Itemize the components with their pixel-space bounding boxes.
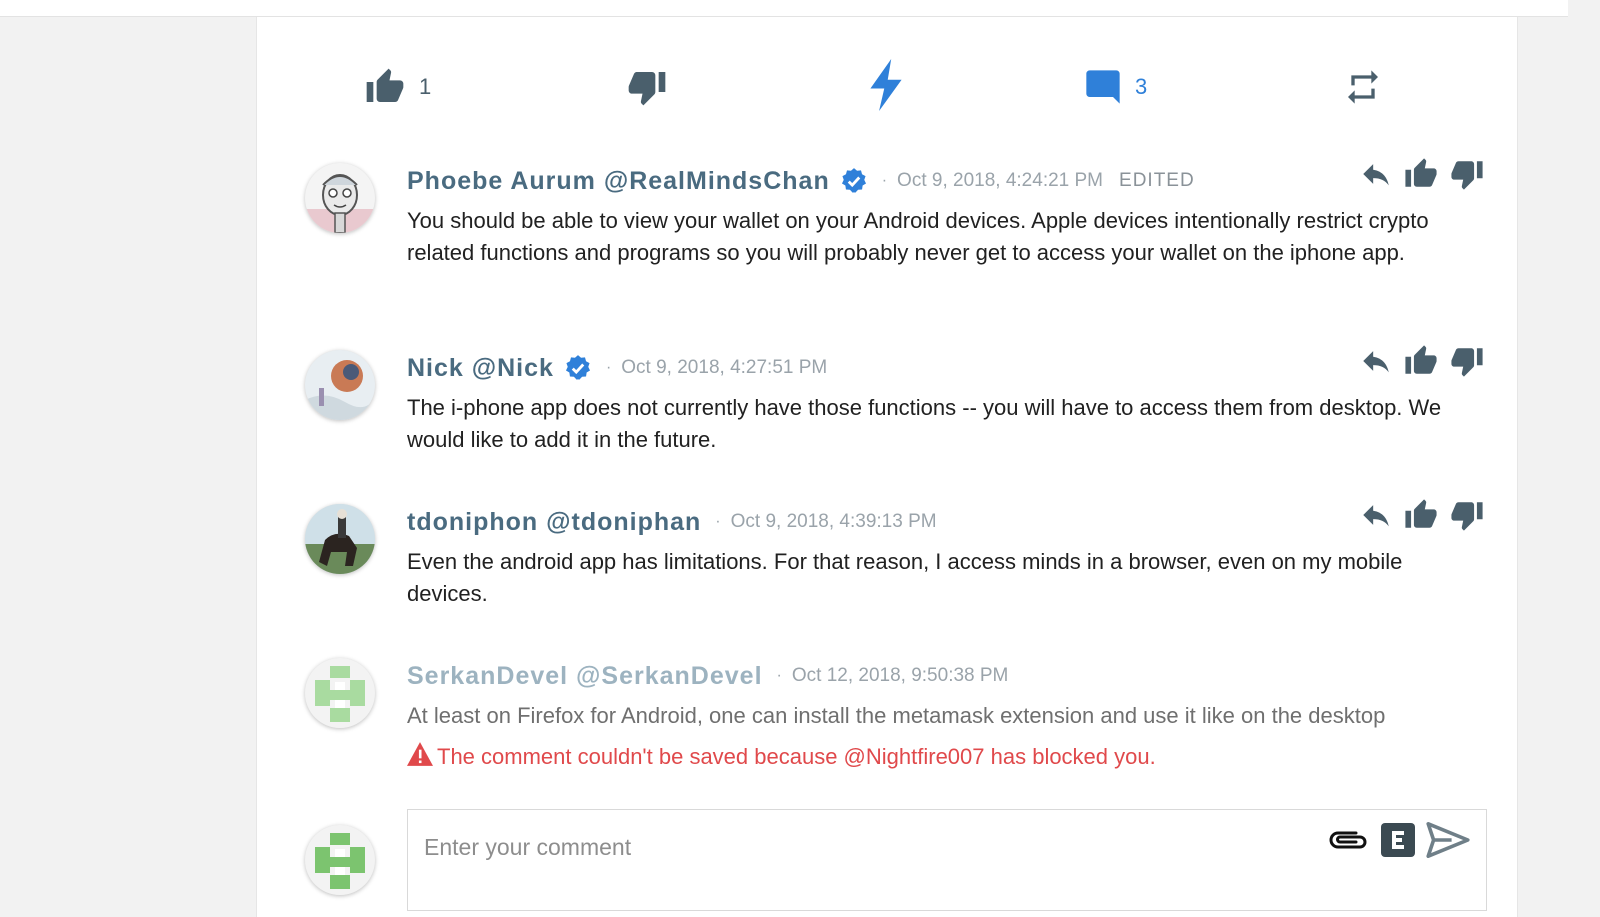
top-bar — [0, 0, 1568, 17]
comment-actions — [1359, 344, 1485, 378]
reply-icon[interactable] — [1359, 344, 1393, 378]
thumb-down-icon[interactable] — [1449, 344, 1485, 378]
comment-text: You should be able to view your wallet o… — [407, 208, 1429, 265]
comment-header: tdoniphon @tdoniphan · Oct 9, 2018, 4:39… — [407, 504, 937, 540]
comment-composer — [407, 809, 1487, 911]
comment-timestamp[interactable]: Oct 9, 2018, 4:24:21 PM — [897, 170, 1103, 192]
comment-author[interactable]: SerkanDevel @SerkanDevel — [407, 662, 763, 691]
comment-timestamp[interactable]: Oct 12, 2018, 9:50:38 PM — [792, 665, 1009, 687]
bolt-icon — [865, 59, 907, 111]
downvote-button[interactable] — [625, 67, 669, 107]
upvote-button[interactable]: 1 — [363, 67, 431, 107]
comment-text: At least on Firefox for Android, one can… — [407, 703, 1386, 728]
upvote-count: 1 — [419, 74, 432, 99]
thumb-up-icon[interactable] — [1403, 344, 1439, 378]
comment-author[interactable]: tdoniphon @tdoniphan — [407, 508, 701, 537]
reply-icon[interactable] — [1359, 157, 1393, 191]
comment-icon — [1083, 67, 1123, 107]
repeat-icon — [1343, 67, 1383, 107]
editor-icon[interactable] — [1380, 822, 1416, 858]
composer-tools — [1326, 822, 1470, 858]
thumb-down-icon — [625, 67, 669, 107]
comment-timestamp[interactable]: Oct 9, 2018, 4:39:13 PM — [731, 511, 937, 533]
comment-text: Even the android app has limitations. Fo… — [407, 549, 1403, 606]
comment-error-message: The comment couldn't be saved because @N… — [407, 742, 1156, 772]
remind-button[interactable] — [1343, 67, 1383, 107]
avatar[interactable] — [305, 504, 375, 574]
verified-icon — [840, 167, 868, 195]
comment-actions — [1359, 498, 1485, 532]
comments-button[interactable]: 3 — [1083, 67, 1147, 107]
thumb-up-icon — [363, 67, 407, 107]
post-action-bar: 1 3 — [257, 17, 1517, 157]
error-text: The comment couldn't be saved because @N… — [437, 744, 1156, 769]
attachment-icon[interactable] — [1326, 826, 1370, 854]
thumb-up-icon[interactable] — [1403, 157, 1439, 191]
comment-text: The i-phone app does not currently have … — [407, 395, 1442, 452]
avatar[interactable] — [305, 350, 375, 420]
comment-header: SerkanDevel @SerkanDevel · Oct 12, 2018,… — [407, 658, 1008, 694]
boost-button[interactable] — [865, 59, 907, 111]
verified-icon — [564, 354, 592, 382]
comment-author[interactable]: Nick @Nick — [407, 354, 554, 383]
send-icon[interactable] — [1426, 822, 1470, 858]
separator-dot: · — [715, 513, 721, 530]
reply-icon[interactable] — [1359, 498, 1393, 532]
comment-count: 3 — [1135, 74, 1148, 99]
thumb-down-icon[interactable] — [1449, 157, 1485, 191]
edited-label: EDITED — [1119, 170, 1195, 191]
comment-input[interactable] — [422, 828, 1306, 866]
thumb-up-icon[interactable] — [1403, 498, 1439, 532]
avatar[interactable] — [305, 658, 375, 728]
post-card: 1 3 Phoebe Aurum @RealMindsChan · Oct 9,… — [256, 17, 1518, 917]
comment-author[interactable]: Phoebe Aurum @RealMindsChan — [407, 167, 830, 196]
comment-timestamp[interactable]: Oct 9, 2018, 4:27:51 PM — [621, 357, 827, 379]
avatar[interactable] — [305, 163, 375, 233]
thumb-down-icon[interactable] — [1449, 498, 1485, 532]
comment-actions — [1359, 157, 1485, 191]
comment-header: Phoebe Aurum @RealMindsChan · Oct 9, 201… — [407, 163, 1195, 199]
separator-dot: · — [776, 667, 782, 684]
separator-dot: · — [881, 172, 888, 189]
current-user-avatar — [305, 825, 375, 895]
comment-header: Nick @Nick · Oct 9, 2018, 4:27:51 PM — [407, 350, 827, 386]
warning-icon — [407, 742, 437, 772]
separator-dot: · — [605, 359, 612, 376]
